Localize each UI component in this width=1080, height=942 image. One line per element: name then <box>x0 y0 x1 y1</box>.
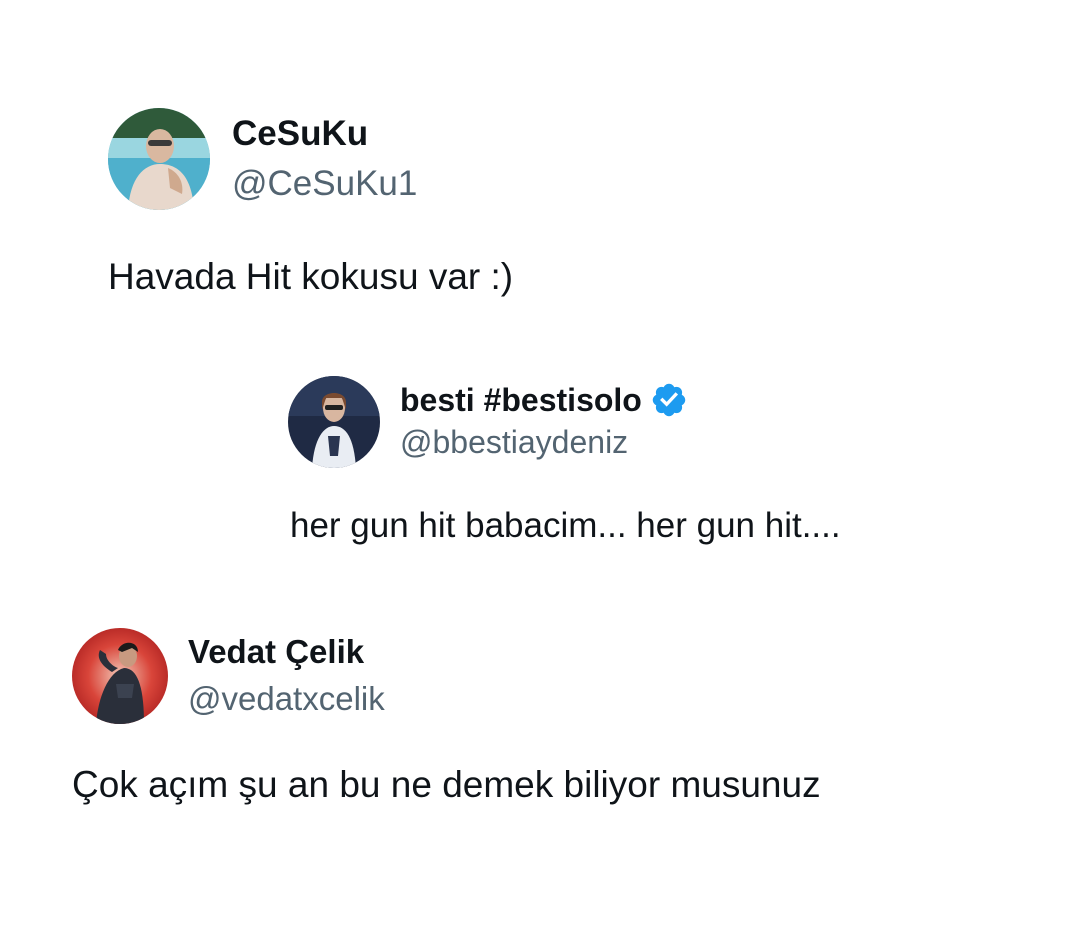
avatar[interactable] <box>72 628 168 724</box>
display-name-row: Vedat Çelik <box>188 630 364 674</box>
avatar-photo-icon <box>108 108 210 210</box>
avatar[interactable] <box>108 108 210 210</box>
display-name[interactable]: besti #bestisolo <box>400 382 642 419</box>
avatar[interactable] <box>288 376 380 468</box>
avatar-photo-icon <box>288 376 380 468</box>
avatar-photo-icon <box>72 628 168 724</box>
tweet-text: Havada Hit kokusu var :) <box>108 256 514 297</box>
tweet-text: her gun hit babacim... her gun hit.... <box>290 506 841 545</box>
user-handle[interactable]: @bbestiaydeniz <box>400 424 628 461</box>
display-name[interactable]: Vedat Çelik <box>188 633 364 671</box>
display-name-row: besti #bestisolo <box>400 378 688 422</box>
display-name-row: CeSuKu <box>232 112 368 156</box>
user-handle[interactable]: @vedatxcelik <box>188 680 385 718</box>
user-handle[interactable]: @CeSuKu1 <box>232 164 417 204</box>
tweet-text: Çok açım şu an bu ne demek biliyor musun… <box>72 764 821 805</box>
verified-badge-icon <box>650 381 688 419</box>
display-name[interactable]: CeSuKu <box>232 114 368 154</box>
